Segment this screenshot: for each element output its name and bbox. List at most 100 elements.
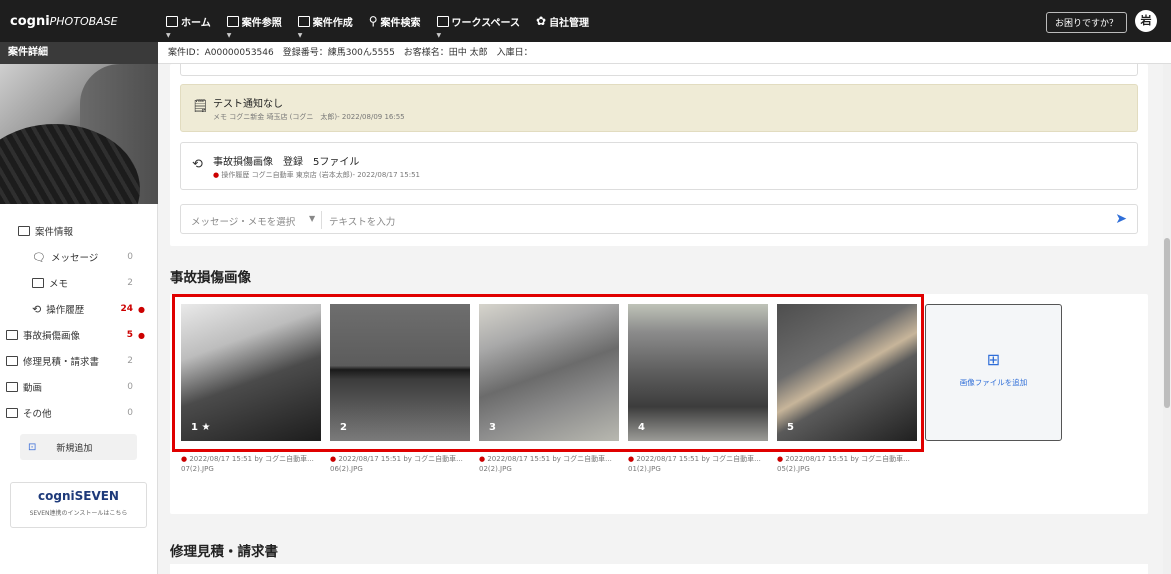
photo-thumbnail-3[interactable]: 3 <box>479 304 619 441</box>
unread-dot-icon: ● <box>138 304 145 314</box>
case-create-icon <box>297 15 310 27</box>
nav-company-admin-label: 自社管理 <box>549 17 590 29</box>
memo-icon: 🗒 <box>192 99 209 114</box>
chevron-down-icon: ▼ <box>226 32 232 39</box>
folder-icon <box>6 356 18 366</box>
unread-dot-icon: ● <box>138 330 145 340</box>
logo-sub-text: PHOTOBASE <box>49 14 118 28</box>
photo-file-name: 07(2).JPG <box>181 465 214 473</box>
memo-icon <box>32 278 44 288</box>
photo-thumbnail-2[interactable]: 2 <box>330 304 470 441</box>
case-view-icon <box>226 15 239 27</box>
folder-icon <box>6 330 18 340</box>
seven-install-note: SEVEN連携のインストールはこちら <box>29 510 128 517</box>
nav-company-admin[interactable]: ✿ 自社管理 <box>528 0 597 42</box>
main-nav: ホーム ▼ 案件参照 ▼ 案件作成 ▼ ⚲ 案件検索 ワークスペース ▼ ✿ 自… <box>158 0 597 42</box>
photo-gallery-card: 1 ★ 2 3 4 5 ⊞ 画像ファイルを追加 ● 2022/08/17 15:… <box>170 294 1148 514</box>
photo-caption-3: ● 2022/08/17 15:51 by コグニ自動車... 02(2).JP… <box>479 454 623 474</box>
chevron-down-icon[interactable]: ▼ <box>309 214 315 223</box>
sidebar-item-label: 事故損傷画像 <box>23 331 81 342</box>
help-button[interactable]: お困りですか？ <box>1045 12 1127 33</box>
cogni-seven-banner[interactable]: cogniSEVEN SEVEN連携のインストールはこちら <box>10 482 147 528</box>
photo-file-name: 06(2).JPG <box>330 465 363 473</box>
seven-brand-logo: cogniSEVEN <box>38 489 119 503</box>
history-meta-text: 操作履歴 コグニ自動車 東京店 (岩本太郎)- 2022/08/17 15:51 <box>221 171 420 179</box>
repair-estimate-card <box>170 564 1148 574</box>
nav-case-search-label: 案件検索 <box>380 17 421 29</box>
nav-home-label: ホーム <box>181 17 211 29</box>
message-composer: メッセージ・メモを選択 ▼ テキストを入力 ➤ <box>180 204 1138 234</box>
page-title: 案件詳細 <box>0 42 158 64</box>
photo-number: 5 <box>787 422 794 433</box>
add-new-button[interactable]: ⊡ 新規追加 <box>20 434 137 460</box>
nav-case-view[interactable]: 案件参照 ▼ <box>219 0 290 42</box>
sidebar-item-count: 0 <box>127 408 133 418</box>
photo-caption-meta: 2022/08/17 15:51 by コグニ自動車... <box>189 455 314 463</box>
history-icon: ⟲ <box>32 302 42 316</box>
nav-case-view-label: 案件参照 <box>241 17 282 29</box>
chevron-down-icon: ▼ <box>166 32 171 39</box>
folder-info-icon <box>18 226 30 236</box>
sidebar-item-damage-images[interactable]: 事故損傷画像 5 ● <box>0 322 157 348</box>
user-avatar[interactable]: 岩 <box>1135 10 1157 32</box>
photo-thumbnail-1[interactable]: 1 ★ <box>181 304 321 441</box>
photo-number: 2 <box>340 422 347 433</box>
nav-case-create[interactable]: 案件作成 ▼ <box>290 0 361 42</box>
sidebar-item-case-info[interactable]: 案件情報 <box>0 218 157 244</box>
photo-file-name: 01(2).JPG <box>628 465 661 473</box>
sidebar: 案件情報 🗨 メッセージ 0 メモ 2 ⟲ 操作履歴 24 ● 事故損傷画像 5… <box>0 64 158 574</box>
sidebar-item-other[interactable]: その他 0 <box>0 400 157 426</box>
nav-workspace-label: ワークスペース <box>451 17 521 29</box>
timeline-memo-entry[interactable]: 🗒 テスト通知なし メモ コグニ新金 埼玉店 (コグニ 太郎)- 2022/08… <box>180 84 1138 132</box>
scrollbar-thumb[interactable] <box>1164 238 1170 408</box>
nav-workspace[interactable]: ワークスペース ▼ <box>429 0 529 42</box>
add-image-button[interactable]: ⊞ 画像ファイルを追加 <box>925 304 1062 441</box>
message-input[interactable]: テキストを入力 <box>329 214 395 228</box>
sidebar-item-label: その他 <box>23 409 52 420</box>
photo-caption-meta: 2022/08/17 15:51 by コグニ自動車... <box>487 455 612 463</box>
top-navbar: cogniPHOTOBASE ホーム ▼ 案件参照 ▼ 案件作成 ▼ ⚲ 案件検… <box>0 0 1171 42</box>
folder-icon <box>6 408 18 418</box>
main-content: 🗒 テスト通知なし メモ コグニ新金 埼玉店 (コグニ 太郎)- 2022/08… <box>158 64 1163 574</box>
sidebar-item-label: 動画 <box>23 383 43 394</box>
sidebar-item-count: 2 <box>127 278 133 288</box>
search-icon: ⚲ <box>368 14 378 28</box>
sidebar-item-count: 24 <box>120 304 133 314</box>
sidebar-item-history[interactable]: ⟲ 操作履歴 24 ● <box>0 296 157 322</box>
timeline-history-entry[interactable]: ⟲ 事故損傷画像 登録 5ファイル ● 操作履歴 コグニ自動車 東京店 (岩本太… <box>180 142 1138 190</box>
sidebar-item-video[interactable]: 動画 0 <box>0 374 157 400</box>
case-info-bar: 案件詳細 案件ID：A00000053546 登録番号：練馬300ん5555 お… <box>0 42 1171 64</box>
photo-thumbnail-5[interactable]: 5 <box>777 304 917 441</box>
nav-home[interactable]: ホーム ▼ <box>158 0 219 42</box>
sidebar-item-memo[interactable]: メモ 2 <box>0 270 157 296</box>
memo-meta: メモ コグニ新金 埼玉店 (コグニ 太郎)- 2022/08/09 16:55 <box>213 113 405 121</box>
section-title-repair-estimate: 修理見積・請求書 <box>170 544 278 560</box>
case-summary: 案件ID：A00000053546 登録番号：練馬300ん5555 お客様名：田… <box>168 48 533 58</box>
send-icon[interactable]: ➤ <box>1115 211 1127 227</box>
nav-case-search[interactable]: ⚲ 案件検索 <box>361 0 429 42</box>
sidebar-item-label: メモ <box>49 279 69 290</box>
add-image-icon: ⊞ <box>986 350 1001 369</box>
sidebar-item-count: 0 <box>127 252 133 262</box>
timeline-previous-entry <box>180 64 1138 76</box>
photo-caption-2: ● 2022/08/17 15:51 by コグニ自動車... 06(2).JP… <box>330 454 474 474</box>
sidebar-item-count: 5 <box>126 330 133 340</box>
chevron-down-icon: ▼ <box>297 32 303 39</box>
divider <box>321 211 322 229</box>
photo-caption-meta: 2022/08/17 15:51 by コグニ自動車... <box>636 455 761 463</box>
photo-caption-meta: 2022/08/17 15:51 by コグニ自動車... <box>785 455 910 463</box>
message-type-select[interactable]: メッセージ・メモを選択 <box>191 214 295 228</box>
folder-icon <box>6 382 18 392</box>
history-meta: ● 操作履歴 コグニ自動車 東京店 (岩本太郎)- 2022/08/17 15:… <box>213 170 420 180</box>
sidebar-item-repair-estimate[interactable]: 修理見積・請求書 2 <box>0 348 157 374</box>
photo-file-name: 05(2).JPG <box>777 465 810 473</box>
add-folder-icon: ⊡ <box>28 441 37 453</box>
photo-number: 3 <box>489 422 496 433</box>
sidebar-item-messages[interactable]: 🗨 メッセージ 0 <box>0 244 157 270</box>
photo-caption-1: ● 2022/08/17 15:51 by コグニ自動車... 07(2).JP… <box>181 454 325 474</box>
sidebar-item-label: 操作履歴 <box>46 305 85 316</box>
app-logo[interactable]: cogniPHOTOBASE <box>0 14 158 29</box>
case-thumbnail[interactable] <box>0 64 158 204</box>
photo-thumbnail-4[interactable]: 4 <box>628 304 768 441</box>
sidebar-menu: 案件情報 🗨 メッセージ 0 メモ 2 ⟲ 操作履歴 24 ● 事故損傷画像 5… <box>0 204 157 426</box>
